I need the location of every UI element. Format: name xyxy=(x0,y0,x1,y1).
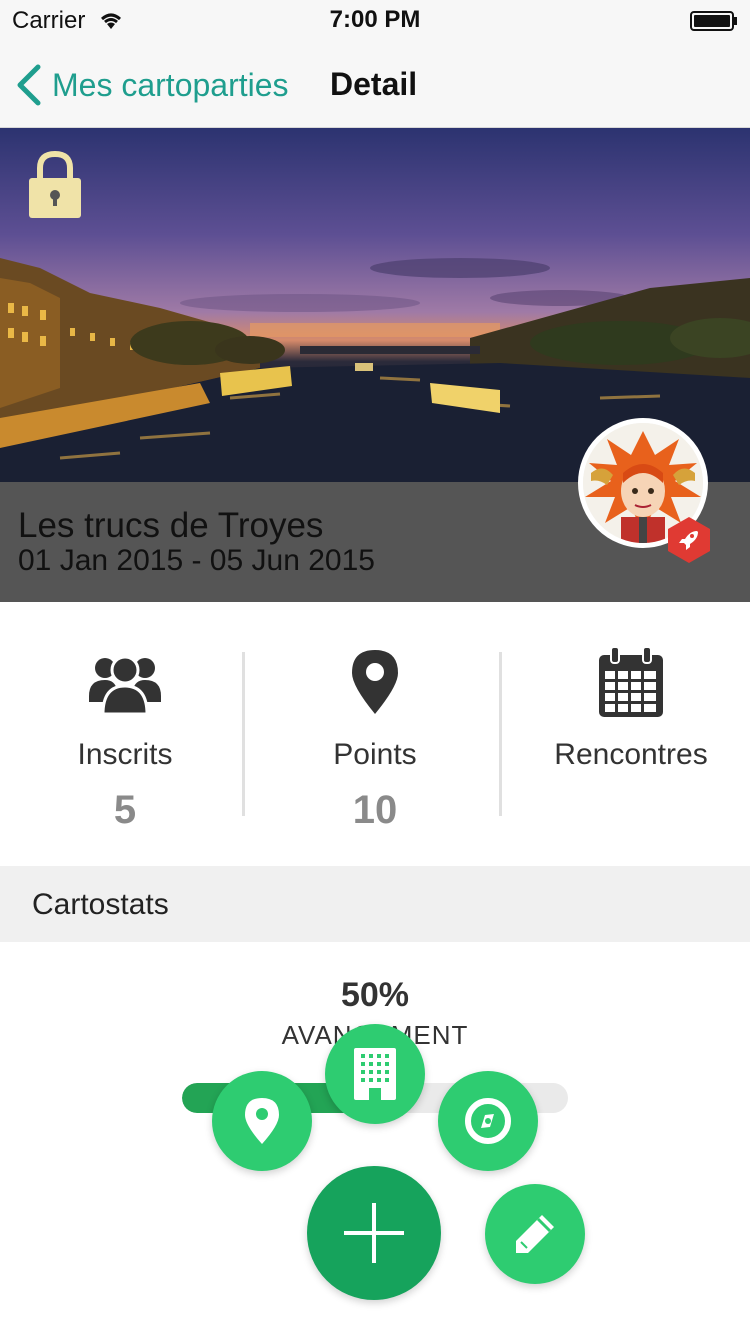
event-title: Les trucs de Troyes xyxy=(18,506,324,545)
add-point-button[interactable] xyxy=(212,1071,312,1171)
users-icon xyxy=(89,655,161,714)
stats-row: Inscrits 5 Points 10 Rencontres xyxy=(0,602,750,866)
calendar-icon xyxy=(599,646,663,717)
plus-icon xyxy=(344,1203,404,1263)
stats-divider xyxy=(499,652,502,816)
lock-icon xyxy=(29,150,81,218)
back-button[interactable]: Mes cartoparties xyxy=(14,60,289,110)
section-header-cartostats: Cartostats xyxy=(0,866,750,942)
navigation-bar: Mes cartoparties Detail xyxy=(0,40,750,128)
event-dates: 01 Jan 2015 - 05 Jun 2015 xyxy=(18,544,375,577)
add-button[interactable] xyxy=(307,1166,441,1300)
section-title: Cartostats xyxy=(32,888,169,921)
stat-rencontres-label: Rencontres xyxy=(554,738,708,771)
stats-divider xyxy=(242,652,245,816)
add-building-button[interactable] xyxy=(325,1024,425,1124)
stat-points-value: 10 xyxy=(352,788,398,832)
pencil-icon xyxy=(516,1215,554,1253)
stat-inscrits-value: 5 xyxy=(113,788,137,832)
compass-icon xyxy=(465,1098,511,1144)
map-pin-icon xyxy=(245,1098,279,1144)
edit-button[interactable] xyxy=(485,1184,585,1284)
battery-icon xyxy=(690,11,737,31)
stat-inscrits[interactable]: Inscrits 5 xyxy=(0,602,250,866)
status-time: 7:00 PM xyxy=(329,6,421,33)
stat-points[interactable]: Points 10 xyxy=(250,602,500,866)
chevron-left-icon xyxy=(17,64,41,106)
rocket-badge-icon xyxy=(668,517,710,563)
stat-inscrits-label: Inscrits xyxy=(77,738,173,771)
stat-points-label: Points xyxy=(333,738,417,771)
map-pin-icon xyxy=(352,650,398,714)
add-route-button[interactable] xyxy=(438,1071,538,1171)
stat-rencontres[interactable]: Rencontres xyxy=(506,602,750,866)
building-icon xyxy=(354,1048,396,1100)
page-title: Detail xyxy=(330,66,418,102)
status-bar: Carrier 7:00 PM xyxy=(0,0,750,40)
back-button-label: Mes cartoparties xyxy=(52,66,289,103)
progress-percent: 50% xyxy=(340,976,410,1014)
